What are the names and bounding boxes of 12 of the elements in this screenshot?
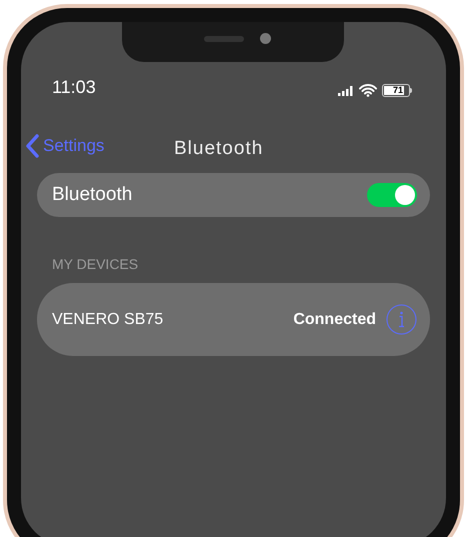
status-time: 11:03 bbox=[52, 76, 96, 99]
bluetooth-label: Bluetooth bbox=[52, 182, 132, 207]
device-name: VENERO SB75 bbox=[52, 310, 164, 330]
device-status: Connected bbox=[293, 310, 376, 330]
signal-icon bbox=[338, 86, 354, 96]
section-header: MY DEVICES bbox=[52, 255, 140, 274]
wifi-icon bbox=[359, 84, 377, 97]
chevron-left-icon bbox=[25, 134, 39, 158]
bluetooth-toggle[interactable] bbox=[367, 183, 417, 207]
battery-level-text: 71 bbox=[384, 86, 404, 95]
device-row[interactable]: VENERO SB75 Connected bbox=[37, 283, 430, 356]
screen-title: Bluetooth bbox=[174, 137, 264, 161]
